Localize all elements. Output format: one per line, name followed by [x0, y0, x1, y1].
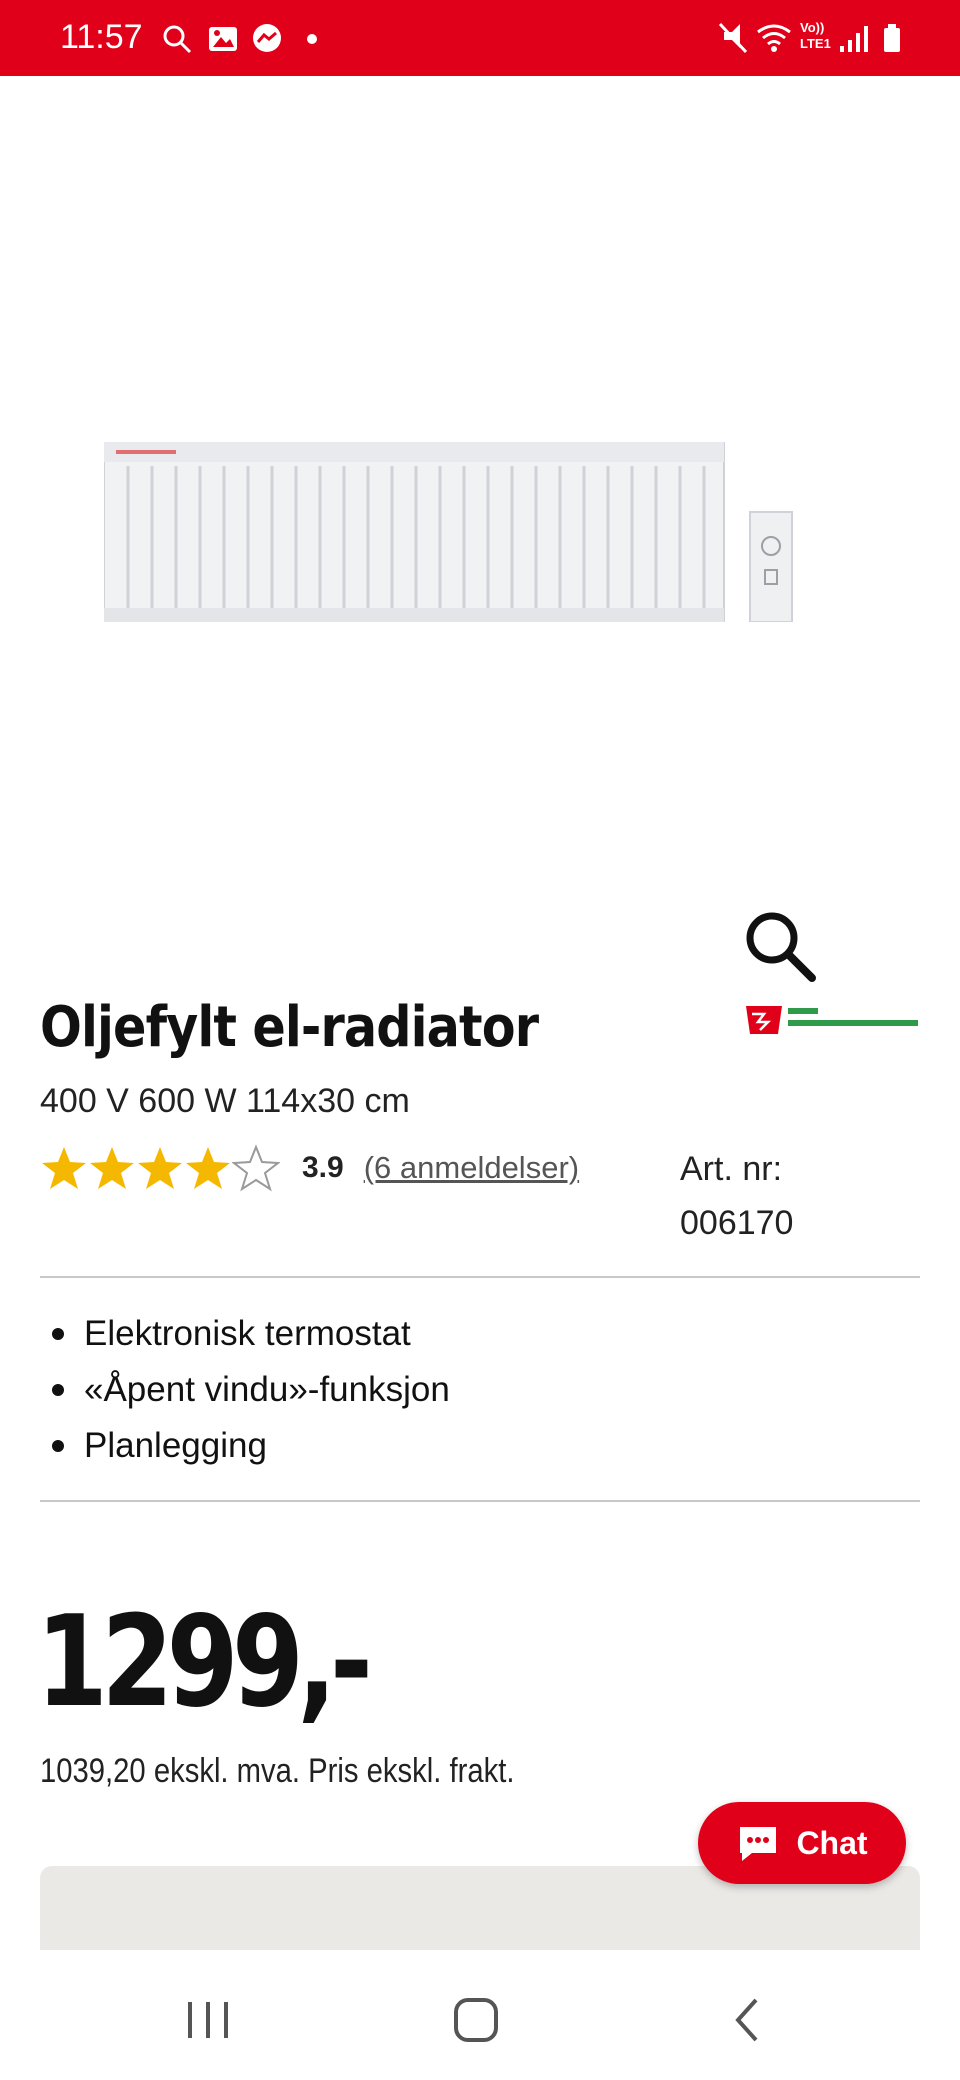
bullet-icon [52, 1440, 64, 1452]
star-filled-icon [186, 1147, 230, 1189]
article-number: Art. nr: 006170 [680, 1142, 793, 1250]
messenger-icon [253, 24, 281, 52]
feature-text: Planlegging [84, 1426, 267, 1465]
battery-icon [884, 24, 900, 52]
feature-text: Elektronisk termostat [84, 1314, 411, 1353]
rating-stars [40, 1144, 280, 1192]
notification-dot-icon [307, 34, 317, 44]
product-subtitle: 400 V 600 W 114x30 cm [40, 1082, 410, 1120]
chat-bubble-icon [740, 1827, 777, 1861]
star-empty-icon [232, 1144, 280, 1192]
signal-icon [840, 26, 868, 52]
feature-text: «Åpent vindu»-funksjon [84, 1370, 450, 1409]
feature-item: «Åpent vindu»-funksjon [40, 1362, 450, 1418]
star-filled-icon [90, 1147, 134, 1189]
system-nav-bar [0, 1950, 960, 2080]
reviews-link[interactable]: (6 anmeldelser) [364, 1150, 579, 1186]
feature-item: Elektronisk termostat [40, 1306, 450, 1362]
bullet-icon [52, 1328, 64, 1340]
gallery-icon [209, 27, 237, 51]
product-price: 1299,- [36, 1588, 373, 1735]
status-bar: 11:57 Vo)) LTE1 [0, 0, 960, 76]
rating-value: 3.9 [302, 1151, 344, 1184]
product-image-area[interactable] [0, 76, 960, 982]
brand-logo [746, 1006, 918, 1034]
article-value: 006170 [680, 1204, 794, 1242]
price-note: 1039,20 ekskl. mva. Pris ekskl. frakt. [40, 1752, 515, 1790]
search-icon [163, 25, 192, 54]
feature-item: Planlegging [40, 1418, 450, 1474]
wifi-icon [757, 24, 791, 52]
back-icon[interactable] [718, 1990, 778, 2050]
divider [40, 1500, 920, 1502]
feature-list: Elektronisk termostat «Åpent vindu»-funk… [40, 1306, 450, 1474]
network-label: Vo)) LTE1 [800, 20, 831, 51]
product-title: Oljefylt el-radiator [40, 995, 539, 1060]
mute-icon [718, 22, 748, 54]
article-label: Art. nr: [680, 1150, 783, 1188]
status-time: 11:57 [60, 18, 143, 56]
chat-button[interactable]: Chat [698, 1802, 906, 1884]
zoom-magnifier-icon[interactable] [740, 906, 820, 986]
product-rating: 3.9 (6 anmeldelser) [40, 1142, 579, 1194]
divider [40, 1276, 920, 1278]
product-image-radiator[interactable] [104, 442, 794, 622]
star-filled-icon [138, 1147, 182, 1189]
recent-apps-icon[interactable] [178, 1990, 238, 2050]
chat-label: Chat [796, 1824, 868, 1861]
bullet-icon [52, 1384, 64, 1396]
star-filled-icon [42, 1147, 86, 1189]
home-icon[interactable] [446, 1990, 506, 2050]
